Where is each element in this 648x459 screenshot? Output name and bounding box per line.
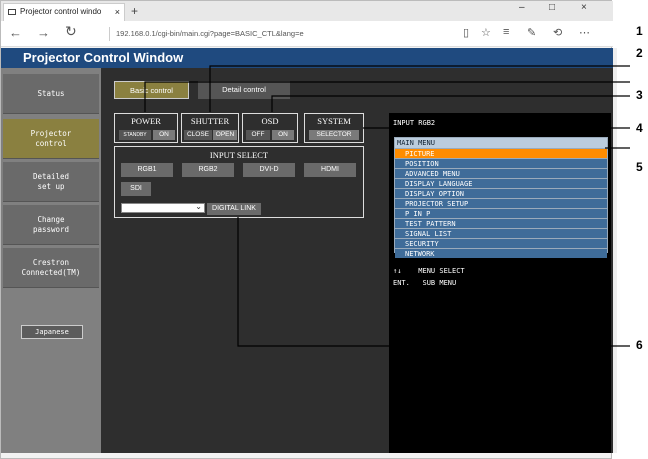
- callout-5: 5: [636, 160, 643, 174]
- callout-2: 2: [636, 46, 643, 60]
- callout-line-1: [144, 81, 630, 112]
- callout-line-2: [209, 65, 630, 112]
- callout-3: 3: [636, 88, 643, 102]
- callout-line-3: [271, 95, 630, 112]
- callout-line-6: [237, 217, 630, 347]
- callout-4: 4: [636, 121, 643, 135]
- callout-6: 6: [636, 338, 643, 352]
- callout-1: 1: [636, 24, 643, 38]
- callout-lines: [144, 65, 630, 347]
